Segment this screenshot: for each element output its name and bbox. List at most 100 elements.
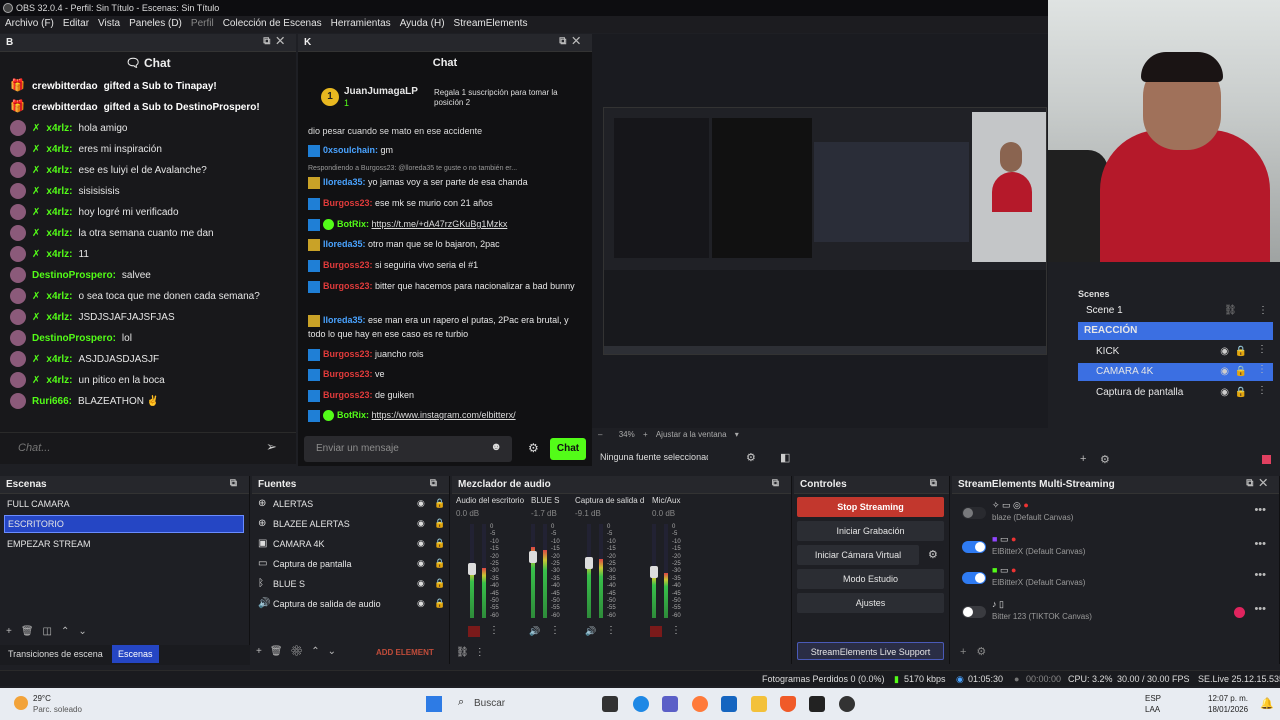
lang1[interactable]: ESP bbox=[1145, 694, 1161, 703]
stream-toggle[interactable] bbox=[962, 507, 986, 519]
source-item[interactable]: 🔊 Captura de salida de audio ◉ 🔒 bbox=[256, 595, 446, 613]
virtual-camera-button[interactable]: Iniciar Cámara Virtual bbox=[797, 545, 919, 565]
menu-ayuda[interactable]: Ayuda (H) bbox=[400, 18, 445, 33]
dock-controls[interactable]: ⧉ bbox=[930, 478, 943, 489]
weather-icon[interactable] bbox=[14, 696, 28, 710]
source-item[interactable]: ᛒ BLUE S ◉ 🔒 bbox=[256, 575, 446, 593]
filter-icon[interactable]: ◧ bbox=[780, 451, 790, 464]
dock-controls[interactable]: ⧉✕ bbox=[559, 36, 586, 47]
eye-icon[interactable]: ◉ bbox=[1220, 366, 1229, 377]
fit-window[interactable]: Ajustar a la ventana bbox=[656, 430, 727, 439]
dock-controls[interactable]: ⧉✕ bbox=[1246, 478, 1273, 489]
volume-slider[interactable] bbox=[529, 551, 537, 563]
lock-icon[interactable]: 🔒 bbox=[434, 598, 445, 609]
scene-empezar-stream[interactable]: EMPEZAR STREAM bbox=[4, 535, 244, 553]
lock-icon[interactable]: 🔒 bbox=[1235, 366, 1247, 377]
brave-icon[interactable] bbox=[780, 696, 796, 712]
lock-icon[interactable]: 🔒 bbox=[434, 498, 445, 509]
clock-time[interactable]: 12:07 p. m. bbox=[1208, 694, 1248, 703]
lang2[interactable]: LAA bbox=[1145, 705, 1160, 714]
tab-escenas[interactable]: Escenas bbox=[112, 645, 159, 663]
source-actions[interactable]: +🗑⚙⌃⌄ bbox=[256, 646, 344, 657]
lock-icon[interactable]: 🔒 bbox=[1235, 346, 1247, 357]
chevron-down-icon[interactable]: ▾ bbox=[735, 430, 739, 439]
menu-streamelements[interactable]: StreamElements bbox=[454, 18, 528, 33]
notification-icon[interactable]: 🔔 bbox=[1260, 697, 1274, 710]
chat-k-input[interactable]: Enviar un mensaje bbox=[316, 443, 399, 454]
settings-button[interactable]: Ajustes bbox=[797, 593, 944, 613]
zoom-in-button[interactable]: + bbox=[643, 430, 648, 439]
settings-gear-icon[interactable]: ⚙ bbox=[528, 441, 539, 455]
eye-icon[interactable]: ◉ bbox=[417, 558, 425, 569]
zoom-out-button[interactable]: – bbox=[598, 430, 602, 439]
stream-toggle[interactable] bbox=[962, 606, 986, 618]
gear-icon[interactable]: ⚙ bbox=[1100, 453, 1110, 466]
multistream-toolbar[interactable]: +⚙ bbox=[960, 645, 996, 658]
eye-icon[interactable]: ◉ bbox=[417, 518, 425, 529]
lock-icon[interactable]: 🔒 bbox=[434, 538, 445, 549]
muted-speaker-icon[interactable] bbox=[468, 626, 480, 637]
stream-toggle[interactable] bbox=[962, 572, 986, 584]
muted-speaker-icon[interactable] bbox=[650, 626, 662, 637]
eye-icon[interactable]: ◉ bbox=[417, 498, 425, 509]
tab-transiciones[interactable]: Transiciones de escena bbox=[8, 649, 103, 659]
lock-icon[interactable]: 🔒 bbox=[434, 518, 445, 529]
source-item[interactable]: ⊕ BLAZEE ALERTAS ◉ 🔒 bbox=[256, 515, 446, 533]
chat-link[interactable]: https://t.me/+dA47rzGKuBg1Mzkx bbox=[372, 219, 508, 229]
scene-item-captura[interactable]: Captura de pantalla ◉ 🔒 ⋮ bbox=[1078, 384, 1273, 402]
stop-streaming-button[interactable]: Stop Streaming bbox=[797, 497, 944, 517]
search-icon[interactable]: ⌕ bbox=[458, 696, 464, 709]
lock-icon[interactable]: 🔒 bbox=[434, 558, 445, 569]
folder-icon[interactable] bbox=[751, 696, 767, 712]
menu-paneles[interactable]: Paneles (D) bbox=[129, 18, 182, 33]
obs-icon[interactable] bbox=[839, 696, 855, 712]
volume-slider[interactable] bbox=[468, 563, 476, 575]
edge-icon[interactable] bbox=[633, 696, 649, 712]
dots-icon[interactable]: ⋮ bbox=[606, 625, 616, 636]
more-icon[interactable]: ••• bbox=[1254, 538, 1266, 550]
dots-icon[interactable]: ⋮ bbox=[1257, 385, 1267, 396]
send-icon[interactable]: ➢ bbox=[266, 439, 277, 455]
add-element-button[interactable]: ADD ELEMENT bbox=[376, 648, 434, 657]
eye-icon[interactable]: ◉ bbox=[1220, 346, 1229, 357]
more-icon[interactable]: ••• bbox=[1254, 603, 1266, 615]
more-icon[interactable]: ••• bbox=[1254, 569, 1266, 581]
start-icon[interactable] bbox=[426, 696, 442, 712]
menu-herramientas[interactable]: Herramientas bbox=[331, 18, 391, 33]
menu-perfil[interactable]: Perfil bbox=[191, 18, 214, 33]
gear-icon[interactable]: ⚙ bbox=[746, 451, 756, 464]
source-item[interactable]: ▣ CAMARA 4K ◉ 🔒 bbox=[256, 535, 446, 553]
eye-icon[interactable]: ◉ bbox=[417, 538, 425, 549]
menu-coleccion[interactable]: Colección de Escenas bbox=[223, 18, 322, 33]
dots-icon[interactable]: ⋮ bbox=[1257, 344, 1267, 355]
scene-full-camara[interactable]: FULL CAMARA bbox=[4, 495, 244, 513]
escenas-toolbar[interactable]: +🗑◫⌃⌄ bbox=[6, 626, 96, 637]
dock-controls[interactable]: ⧉ bbox=[430, 478, 443, 489]
eye-icon[interactable]: ◉ bbox=[417, 598, 425, 609]
chat-link[interactable]: https://www.instagram.com/elbitterx/ bbox=[372, 410, 516, 420]
menu-editar[interactable]: Editar bbox=[63, 18, 89, 33]
stream-toggle[interactable] bbox=[962, 541, 986, 553]
source-item[interactable]: ⊕ ALERTAS ◉ 🔒 bbox=[256, 495, 446, 513]
virtual-camera-gear-icon[interactable]: ⚙ bbox=[928, 548, 938, 561]
speaker-icon[interactable]: 🔊 bbox=[529, 626, 541, 637]
dock-controls[interactable]: ⧉ bbox=[230, 478, 243, 489]
dock-controls[interactable]: ⧉ bbox=[772, 478, 785, 489]
scene-name[interactable]: Scene 1 bbox=[1086, 305, 1123, 316]
scene-item-reaccion[interactable]: REACCIÓN bbox=[1078, 322, 1273, 340]
studio-mode-button[interactable]: Modo Estudio bbox=[797, 569, 944, 589]
speaker-icon[interactable]: 🔊 bbox=[585, 626, 597, 637]
chat-k-input-box[interactable]: Enviar un mensaje ☻ bbox=[304, 436, 512, 462]
taskbar-search[interactable]: Buscar bbox=[474, 698, 505, 709]
add-icon[interactable]: + bbox=[1080, 453, 1086, 465]
volume-slider[interactable] bbox=[585, 557, 593, 569]
scene-item-kick[interactable]: KICK ◉ 🔒 ⋮ bbox=[1078, 343, 1273, 361]
menu-archivo[interactable]: Archivo (F) bbox=[5, 18, 54, 33]
more-icon[interactable]: ••• bbox=[1254, 504, 1266, 516]
scene-item-camara[interactable]: CAMARA 4K ◉ 🔒 ⋮ bbox=[1078, 363, 1273, 381]
chat-send-button[interactable]: Chat bbox=[550, 438, 586, 460]
preview-canvas[interactable] bbox=[603, 107, 1047, 355]
app-icon[interactable] bbox=[692, 696, 708, 712]
dots-icon[interactable]: ⋮ bbox=[1257, 364, 1267, 375]
dots-icon[interactable]: ⋮ bbox=[489, 625, 499, 636]
